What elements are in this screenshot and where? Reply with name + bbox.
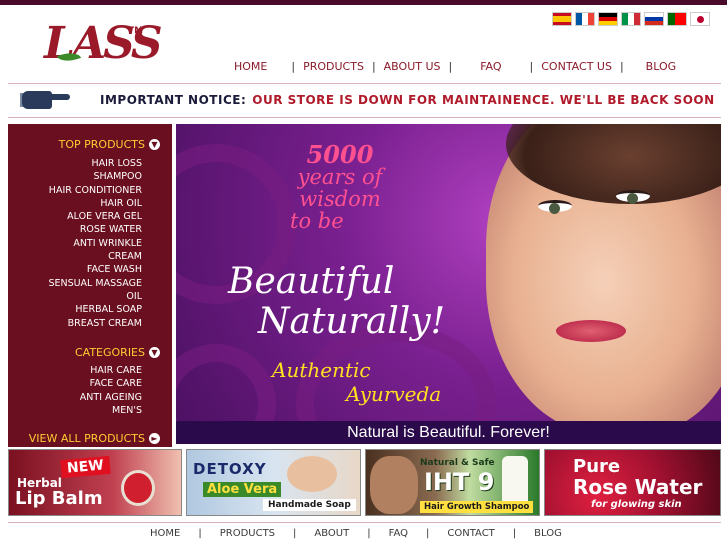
person-image xyxy=(287,456,337,492)
flag-germany-icon[interactable] xyxy=(598,12,618,26)
promo-handmade-soap-label: Handmade Soap xyxy=(263,499,356,511)
nav-products[interactable]: PRODUCTS xyxy=(295,60,372,73)
flag-spain-icon[interactable] xyxy=(552,12,572,26)
main-nav: HOME | PRODUCTS | ABOUT US | FAQ | CONTA… xyxy=(226,60,684,73)
banner-5000: 5000 xyxy=(306,140,374,169)
footer-products[interactable]: PRODUCTS xyxy=(202,528,293,539)
arrow-down-circle-icon: ▼ xyxy=(149,139,160,150)
sidebar-product-link[interactable]: FACE WASH xyxy=(48,263,142,276)
notice-bar: IMPORTANT NOTICE: OUR STORE IS DOWN FOR … xyxy=(20,88,715,112)
footer-blog[interactable]: BLOG xyxy=(516,528,580,539)
divider xyxy=(8,117,721,118)
logo-trademark: TM xyxy=(128,26,144,36)
sidebar-product-link[interactable]: ALOE VERA GEL xyxy=(48,210,142,223)
categories-label: CATEGORIES xyxy=(74,346,145,359)
banner-ayurveda: Ayurveda xyxy=(346,382,442,406)
eye-shape xyxy=(616,190,650,204)
sidebar-product-link[interactable]: ROSE WATER xyxy=(48,223,142,236)
promo-iht9-title: IHT 9 xyxy=(424,468,495,496)
new-badge: NEW xyxy=(60,455,111,479)
eye-shape xyxy=(538,200,572,214)
footer-faq[interactable]: FAQ xyxy=(371,528,426,539)
nav-faq[interactable]: FAQ xyxy=(452,60,529,73)
arrow-down-circle-icon: ▼ xyxy=(149,347,160,358)
sidebar-product-link[interactable]: SENSUAL MASSAGE xyxy=(48,277,142,290)
nav-blog[interactable]: BLOG xyxy=(624,60,684,73)
flag-russia-icon[interactable] xyxy=(644,12,664,26)
banner-wisdom-text: 5000 years of wisdom to be xyxy=(280,140,400,233)
flag-italy-icon[interactable] xyxy=(621,12,641,26)
notice-label: IMPORTANT NOTICE: xyxy=(100,93,247,107)
footer-nav: HOME | PRODUCTS | ABOUT | FAQ | CONTACT … xyxy=(132,528,580,539)
lip-balm-tin-image xyxy=(121,470,155,506)
promo-pure-label: Pure xyxy=(573,456,621,477)
language-flags xyxy=(552,12,710,26)
divider xyxy=(8,83,721,84)
banner-to-be: to be xyxy=(290,209,344,233)
view-all-label: VIEW ALL PRODUCTS xyxy=(28,432,145,445)
banner-ayurveda-text: Authentic Ayurveda xyxy=(272,358,441,406)
footer-home[interactable]: HOME xyxy=(132,528,198,539)
sidebar-product-link[interactable]: HERBAL SOAP xyxy=(48,303,142,316)
sidebar-product-link[interactable]: ANTI WRINKLE xyxy=(48,237,142,250)
promo-lip-balm[interactable]: NEW Herbal Lip Balm xyxy=(8,449,182,516)
banner-beautiful: Beautiful xyxy=(228,261,395,302)
brand-logo[interactable]: LASS TM xyxy=(44,18,163,74)
top-products-heading[interactable]: TOP PRODUCTS ▼ xyxy=(59,138,160,151)
categories-list: HAIR CARE FACE CARE ANTI AGEING MEN'S xyxy=(80,364,142,417)
sidebar-product-link[interactable]: HAIR CONDITIONER xyxy=(48,184,142,197)
promo-hair-growth-label: Hair Growth Shampoo xyxy=(420,501,534,513)
promo-aloe-vera-title: Aloe Vera xyxy=(203,482,282,497)
banner-beautiful-text: Beautiful Naturally! xyxy=(228,262,445,342)
banner-wisdom: wisdom xyxy=(299,187,381,211)
top-products-label: TOP PRODUCTS xyxy=(58,138,145,151)
promo-rose-water-title: Rose Water xyxy=(573,475,703,499)
promo-detoxy-soap[interactable]: DETOXY Aloe Vera Handmade Soap xyxy=(186,449,361,516)
sidebar-product-link[interactable]: HAIR OIL xyxy=(48,197,142,210)
banner-tagline: Natural is Beautiful. Forever! xyxy=(176,421,721,444)
promo-iht9-shampoo[interactable]: Natural & Safe IHT 9 Hair Growth Shampoo xyxy=(365,449,540,516)
notice-message: OUR STORE IS DOWN FOR MAINTAINENCE. WE'L… xyxy=(252,93,715,107)
arrow-right-circle-icon: ► xyxy=(149,433,160,444)
promo-detoxy-brand: DETOXY xyxy=(193,460,267,478)
promo-natural-safe-label: Natural & Safe xyxy=(420,458,495,468)
banner-naturally: Naturally! xyxy=(258,301,446,342)
sidebar-product-link[interactable]: SHAMPOO xyxy=(48,170,142,183)
footer-about[interactable]: ABOUT xyxy=(296,528,367,539)
sidebar-product-link[interactable]: OIL xyxy=(48,290,142,303)
promo-lip-balm-title: Lip Balm xyxy=(15,488,103,509)
hero-banner[interactable]: 5000 years of wisdom to be Beautiful Nat… xyxy=(176,124,721,444)
lips-shape xyxy=(556,320,626,342)
banner-tagline-text: Natural is Beautiful. Forever! xyxy=(347,424,550,441)
nav-contact-us[interactable]: CONTACT US xyxy=(533,60,620,73)
banner-years-of: years of xyxy=(297,165,383,189)
sidebar-product-link[interactable]: CREAM xyxy=(48,250,142,263)
nav-about-us[interactable]: ABOUT US xyxy=(376,60,449,73)
flag-portugal-icon[interactable] xyxy=(667,12,687,26)
sidebar-category-link[interactable]: HAIR CARE xyxy=(80,364,142,377)
promo-glowing-skin-label: for glowing skin xyxy=(591,499,682,510)
banner-authentic: Authentic xyxy=(272,358,371,382)
flag-japan-icon[interactable] xyxy=(690,12,710,26)
sidebar: TOP PRODUCTS ▼ HAIR LOSS SHAMPOO HAIR COND… xyxy=(8,124,172,447)
sidebar-product-link[interactable]: HAIR LOSS xyxy=(48,157,142,170)
man-portrait-image xyxy=(370,456,418,514)
pointing-hand-icon xyxy=(20,89,72,111)
divider xyxy=(8,522,721,523)
view-all-products-link[interactable]: VIEW ALL PRODUCTS ► xyxy=(29,432,160,445)
categories-heading[interactable]: CATEGORIES ▼ xyxy=(75,346,160,359)
footer-contact[interactable]: CONTACT xyxy=(429,528,512,539)
nav-home[interactable]: HOME xyxy=(226,60,275,73)
sidebar-product-link[interactable]: BREAST CREAM xyxy=(48,317,142,330)
sidebar-category-link[interactable]: ANTI AGEING xyxy=(80,391,142,404)
sidebar-category-link[interactable]: FACE CARE xyxy=(80,377,142,390)
top-bar xyxy=(0,0,727,5)
flag-france-icon[interactable] xyxy=(575,12,595,26)
promo-rose-water[interactable]: Pure Rose Water for glowing skin xyxy=(544,449,721,516)
top-products-list: HAIR LOSS SHAMPOO HAIR CONDITIONER HAIR OIL… xyxy=(48,157,142,330)
sidebar-category-link[interactable]: MEN'S xyxy=(80,404,142,417)
